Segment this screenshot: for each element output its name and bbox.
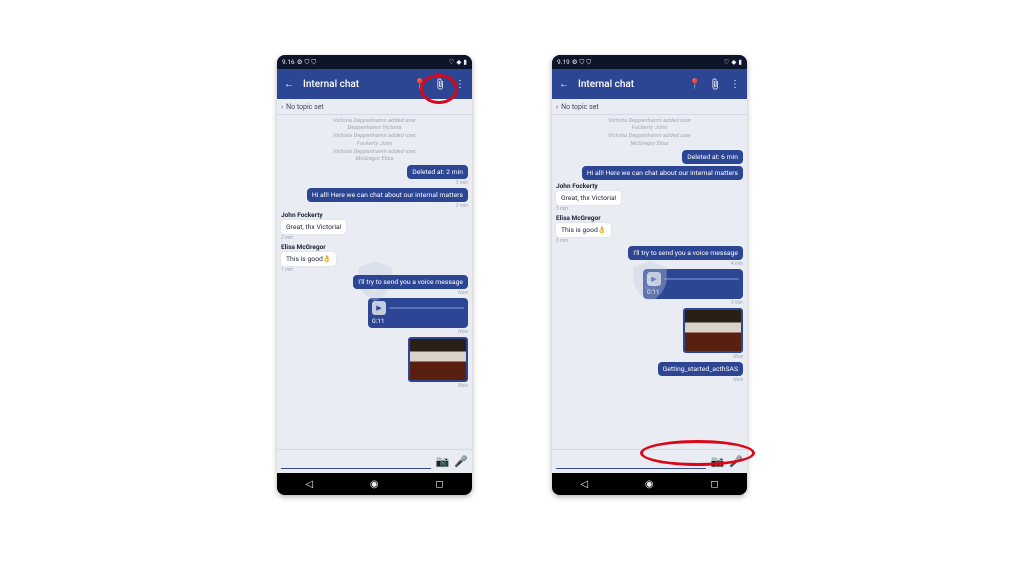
- status-bar: 9.19⚙⛉⛉ ♡◆▮: [552, 55, 747, 69]
- deleted-bubble: Deleted at: 2 min: [407, 165, 468, 179]
- attach-icon[interactable]: [434, 78, 446, 90]
- nav-bar: ◁ ◉ ◻: [277, 473, 472, 495]
- timestamp: Now: [458, 290, 468, 296]
- sender-name: Elisa McGregor: [281, 243, 326, 251]
- app-bar: ← Internal chat 📍 ⋮: [277, 69, 472, 99]
- back-icon[interactable]: ←: [283, 78, 295, 90]
- message-bubble: I'll try to send you a voice message: [353, 275, 468, 289]
- message-input[interactable]: [281, 468, 431, 469]
- incoming-message[interactable]: John Fockerty Great, thx Victoria! 2 min: [281, 211, 468, 241]
- nav-back-icon[interactable]: ◁: [305, 479, 313, 490]
- clock-time: 9.19: [557, 58, 570, 66]
- composer-bar: 📷 🎤: [277, 449, 472, 473]
- outgoing-message[interactable]: Deleted at: 6 min: [556, 150, 743, 164]
- timestamp: 5 min: [556, 238, 568, 244]
- attach-icon[interactable]: [709, 78, 721, 90]
- message-bubble: Hi all! Here we can chat about our inter…: [582, 166, 743, 180]
- bell-icon: ♡: [449, 58, 455, 66]
- deleted-bubble: Deleted at: 6 min: [682, 150, 743, 164]
- message-bubble: This is good👌: [281, 252, 336, 266]
- outgoing-image[interactable]: Now: [281, 337, 468, 389]
- phone-left: 9.16⚙⛉⛉ ♡◆▮ ← Internal chat 📍 ⋮ › No top…: [277, 55, 472, 495]
- timestamp: 3 min: [456, 180, 468, 186]
- outgoing-message[interactable]: Deleted at: 2 min 3 min: [281, 165, 468, 186]
- voice-track[interactable]: [664, 278, 739, 280]
- outgoing-file[interactable]: Getting_started_acthSAS Now: [556, 362, 743, 383]
- mic-icon[interactable]: 🎤: [729, 455, 743, 468]
- message-bubble: Great, thx Victoria!: [281, 220, 346, 234]
- timestamp: 5 min: [556, 206, 568, 212]
- message-input[interactable]: [556, 468, 706, 469]
- chevron-right-icon: ›: [281, 103, 283, 111]
- message-bubble: I'll try to send you a voice message: [628, 246, 743, 260]
- timestamp: Now: [733, 354, 743, 360]
- system-message: Victoria Deppenhamn added userMcGregor E…: [281, 149, 468, 163]
- chat-title: Internal chat: [303, 79, 406, 90]
- voice-duration: 0:11: [372, 317, 464, 325]
- nav-recents-icon[interactable]: ◻: [435, 479, 443, 490]
- incoming-message[interactable]: Elisa McGregor This is good👌 5 min: [556, 214, 743, 244]
- mic-icon[interactable]: 🎤: [454, 455, 468, 468]
- sender-name: John Fockerty: [556, 182, 598, 190]
- nav-recents-icon[interactable]: ◻: [710, 479, 718, 490]
- timestamp: 3 min: [731, 300, 743, 306]
- battery-icon: ▮: [738, 58, 742, 66]
- outgoing-message[interactable]: Hi all! Here we can chat about our inter…: [556, 166, 743, 180]
- nav-bar: ◁ ◉ ◻: [552, 473, 747, 495]
- clock-time: 9.16: [282, 58, 295, 66]
- system-message: Victoria Deppenhamn added userMcGregor E…: [556, 133, 743, 147]
- timestamp: 1 min: [281, 267, 293, 273]
- overflow-icon[interactable]: ⋮: [729, 78, 741, 90]
- nav-home-icon[interactable]: ◉: [645, 479, 654, 490]
- overflow-icon[interactable]: ⋮: [454, 78, 466, 90]
- location-icon[interactable]: 📍: [689, 78, 701, 90]
- back-icon[interactable]: ←: [558, 78, 570, 90]
- system-message: Victoria Deppenhamn added userFockerty J…: [556, 118, 743, 132]
- timestamp: 4 min: [731, 261, 743, 267]
- outgoing-message[interactable]: Hi all! Here we can chat about our inter…: [281, 188, 468, 209]
- phone-right: 9.19⚙⛉⛉ ♡◆▮ ← Internal chat 📍 ⋮ › No top…: [552, 55, 747, 495]
- svg-text:S: S: [643, 272, 656, 296]
- message-bubble: Great, thx Victoria!: [556, 191, 621, 205]
- battery-icon: ▮: [463, 58, 467, 66]
- topic-label: No topic set: [286, 103, 324, 111]
- system-message: Victoria Deppenhamn added userDeppenhamn…: [281, 118, 468, 132]
- topic-bar[interactable]: › No topic set: [552, 99, 747, 115]
- composer-bar: 📷 🎤: [552, 449, 747, 473]
- timestamp: Now: [733, 377, 743, 383]
- nav-back-icon[interactable]: ◁: [580, 479, 588, 490]
- status-bar: 9.16⚙⛉⛉ ♡◆▮: [277, 55, 472, 69]
- file-bubble: Getting_started_acthSAS: [658, 362, 743, 376]
- chevron-right-icon: ›: [556, 103, 558, 111]
- chat-title: Internal chat: [578, 79, 681, 90]
- location-icon[interactable]: 📍: [414, 78, 426, 90]
- sender-name: John Fockerty: [281, 211, 323, 219]
- outgoing-image[interactable]: Now: [556, 308, 743, 360]
- message-bubble: Hi all! Here we can chat about our inter…: [307, 188, 468, 202]
- timestamp: 2 min: [281, 235, 293, 241]
- chat-body: S Victoria Deppenhamn added userFockerty…: [552, 115, 747, 449]
- incoming-message[interactable]: John Fockerty Great, thx Victoria! 5 min: [556, 182, 743, 212]
- camera-icon[interactable]: 📷: [711, 455, 725, 468]
- timestamp: 3 min: [456, 203, 468, 209]
- timestamp: Now: [458, 329, 468, 335]
- topic-bar[interactable]: › No topic set: [277, 99, 472, 115]
- image-thumbnail[interactable]: [408, 337, 468, 382]
- app-bar: ← Internal chat 📍 ⋮: [552, 69, 747, 99]
- watermark-icon: S: [625, 257, 675, 307]
- system-message: Victoria Deppenhamn added userFockerty J…: [281, 133, 468, 147]
- topic-label: No topic set: [561, 103, 599, 111]
- message-bubble: This is good👌: [556, 223, 611, 237]
- chat-body: S Victoria Deppenhamn added userDeppenha…: [277, 115, 472, 449]
- image-thumbnail[interactable]: [683, 308, 743, 353]
- camera-icon[interactable]: 📷: [436, 455, 450, 468]
- nav-home-icon[interactable]: ◉: [370, 479, 379, 490]
- timestamp: Now: [458, 383, 468, 389]
- voice-track[interactable]: [389, 307, 464, 309]
- sender-name: Elisa McGregor: [556, 214, 601, 222]
